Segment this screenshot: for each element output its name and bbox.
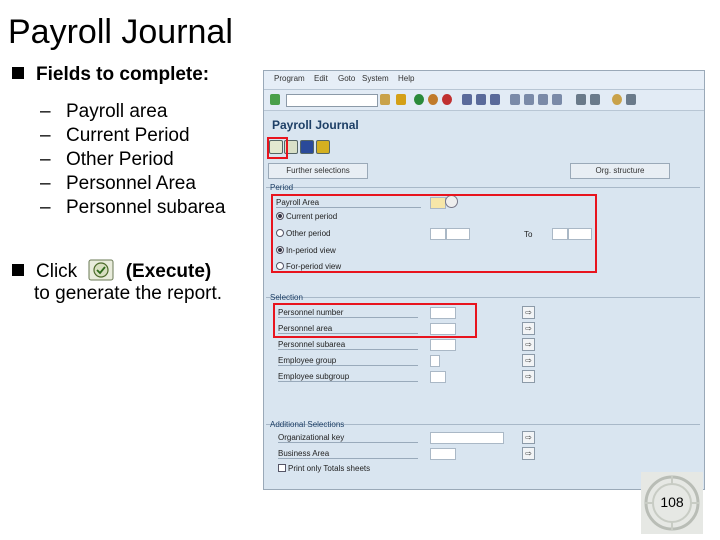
organizational-key-input[interactable] (430, 432, 504, 444)
menu-item-system[interactable]: System (362, 74, 389, 83)
dash: – (40, 197, 51, 218)
period-highlight-box (271, 194, 597, 273)
menu-bar: Program Edit Goto System Help (264, 71, 704, 90)
selection-group-label: Selection (270, 293, 303, 302)
command-field[interactable] (286, 94, 378, 107)
dash: – (40, 101, 51, 122)
standard-toolbar (264, 90, 704, 111)
menu-item-help[interactable]: Help (398, 74, 414, 83)
personnel-subarea-label: Personnel subarea (278, 340, 418, 350)
fields-header: Fields to complete: (12, 64, 209, 86)
menu-item-edit[interactable]: Edit (314, 74, 328, 83)
fields-list: – Payroll area – Current Period – Other Per… (40, 100, 226, 220)
cancel-icon[interactable] (442, 94, 452, 105)
field-label-payroll-area: Payroll area (66, 101, 168, 122)
list-item: – Other Period (40, 148, 226, 172)
exit-icon[interactable] (428, 94, 438, 105)
org-structure-button[interactable]: Org. structure (570, 163, 670, 179)
employee-subgroup-input[interactable] (430, 371, 446, 383)
fields-header-text: Fields to complete: (36, 64, 210, 85)
personnel-subarea-input[interactable] (430, 339, 456, 351)
dash: – (40, 149, 51, 170)
execute-icon (88, 259, 114, 281)
field-label-personnel-area: Personnel Area (66, 173, 196, 194)
slide-title: Payroll Journal (8, 13, 233, 51)
personnel-highlight-box (273, 303, 477, 338)
employee-subgroup-label: Employee subgroup (278, 372, 418, 382)
save-icon[interactable] (396, 94, 406, 105)
multiple-selection-icon[interactable]: ⇨ (522, 370, 535, 383)
employee-group-input[interactable] (430, 355, 440, 367)
print-icon[interactable] (462, 94, 472, 105)
new-session-icon[interactable] (576, 94, 586, 105)
info-icon[interactable] (300, 140, 314, 154)
first-page-icon[interactable] (510, 94, 520, 105)
application-toolbar (264, 135, 704, 157)
list-item: – Personnel Area (40, 172, 226, 196)
dash: – (40, 125, 51, 146)
page-number: 108 (660, 494, 684, 510)
multiple-selection-icon[interactable]: ⇨ (522, 354, 535, 367)
list-item: – Payroll area (40, 100, 226, 124)
back-icon[interactable] (414, 94, 424, 105)
layout-menu-icon[interactable] (626, 94, 636, 105)
last-page-icon[interactable] (552, 94, 562, 105)
next-page-icon[interactable] (538, 94, 548, 105)
click-action: (Execute) (125, 261, 212, 282)
sap-window: Program Edit Goto System Help Payroll Jo… (263, 70, 705, 490)
additional-selections-label: Additional Selections (270, 420, 345, 429)
list-item: – Personnel subarea (40, 196, 226, 220)
further-selections-button[interactable]: Further selections (268, 163, 368, 179)
business-area-input[interactable] (430, 448, 456, 460)
find-next-icon[interactable] (490, 94, 500, 105)
square-bullet-icon (12, 264, 24, 276)
click-prefix: Click (36, 261, 78, 282)
multiple-selection-icon[interactable]: ⇨ (522, 431, 535, 444)
menu-item-goto[interactable]: Goto (338, 74, 355, 83)
shortcut-icon[interactable] (590, 94, 600, 105)
field-label-other-period: Other Period (66, 149, 174, 170)
field-label-personnel-subarea: Personnel subarea (66, 197, 226, 218)
employee-group-label: Employee group (278, 356, 418, 366)
previous-page-icon[interactable] (524, 94, 534, 105)
multiple-selection-icon[interactable]: ⇨ (522, 306, 535, 319)
dash: – (40, 173, 51, 194)
print-totals-text: Print only Totals sheets (288, 464, 371, 473)
click-suffix: to generate the report. (34, 283, 223, 304)
organizational-key-label: Organizational key (278, 433, 418, 443)
menu-item-program[interactable]: Program (274, 74, 305, 83)
help-icon[interactable] (612, 94, 622, 105)
print-totals-checkbox[interactable] (278, 464, 286, 472)
find-icon[interactable] (476, 94, 486, 105)
enter-icon[interactable] (270, 94, 280, 105)
multiple-selection-icon[interactable]: ⇨ (522, 447, 535, 460)
period-group-label: Period (270, 183, 294, 192)
business-area-label: Business Area (278, 449, 418, 459)
multiple-selection-icon[interactable]: ⇨ (522, 338, 535, 351)
variant-save-icon[interactable] (316, 140, 330, 154)
screen-title: Payroll Journal (272, 118, 359, 132)
field-label-current-period: Current Period (66, 125, 190, 146)
square-bullet-icon (12, 67, 24, 79)
print-totals-option[interactable]: Print only Totals sheets (278, 464, 370, 473)
dropdown-icon[interactable] (380, 94, 390, 105)
click-instruction: Click (Execute) to generate the report. (12, 259, 252, 305)
multiple-selection-icon[interactable]: ⇨ (522, 322, 535, 335)
execute-highlight-box (267, 137, 288, 159)
list-item: – Current Period (40, 124, 226, 148)
